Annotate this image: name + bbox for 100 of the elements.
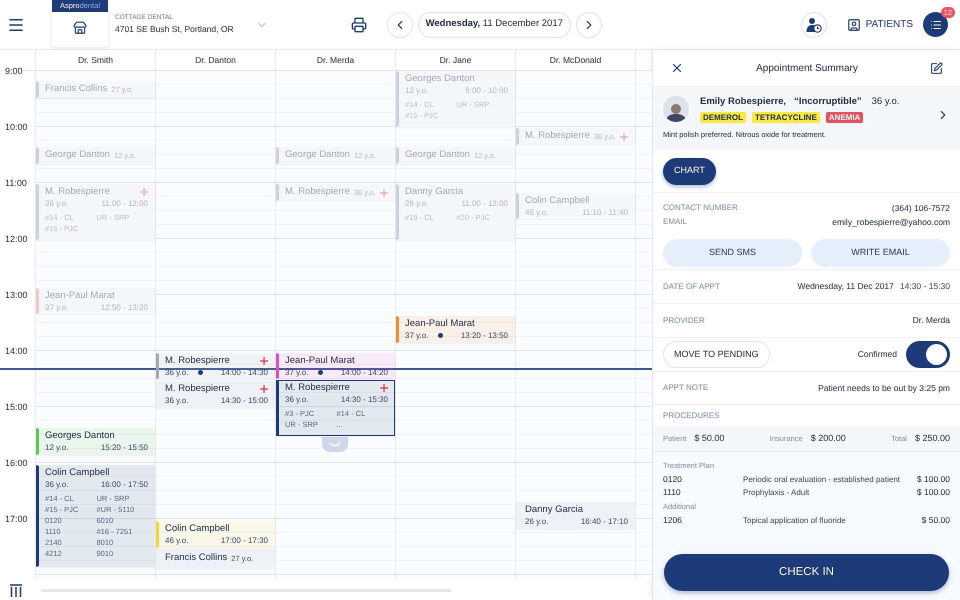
patient-name: Georges Danton [405, 73, 475, 85]
patient-age: 36 y.o. [285, 394, 308, 405]
procedure-description: Periodic oral evaluation - established patient [743, 474, 901, 486]
appointment-time: 14:00 - 14:20 [340, 367, 388, 378]
time-label: 16:00 [5, 457, 28, 469]
user-card-icon [846, 18, 861, 32]
total-amount: $ 250.00 [914, 432, 950, 445]
patient-name: Danny Garcia [405, 186, 464, 198]
patient-age: 37 y.o. [45, 302, 68, 313]
appointment-card[interactable]: M. Robespierre 36 y.o. 14:30 - 15:00 [156, 381, 275, 408]
patient-age: 36 y.o. [872, 95, 900, 109]
date-picker[interactable]: Wednesday, 11 December 2017 [418, 12, 571, 38]
close-icon[interactable] [670, 61, 684, 75]
user-clock-icon [806, 16, 822, 32]
appointment-card[interactable]: Georges Danton 12 y.o. 15:20 - 15:50 [36, 428, 155, 455]
patient-age: 36 y.o. [165, 395, 188, 406]
appointment-time: 11:00 - 12:00 [101, 198, 148, 209]
appointment-time: 11:00 - 12:00 [461, 198, 508, 209]
appointment-time: 14:00 - 14:30 [220, 367, 268, 378]
panel-title: Appointment Summary [755, 62, 859, 76]
appointment-time: 14:30 - 15:30 [900, 280, 950, 293]
field-label: PROVIDER [663, 314, 705, 326]
patient-age: 46 y.o. [165, 535, 188, 546]
patient-name: Colin Campbell [45, 467, 110, 479]
patient-name: Jean-Paul Marat [285, 355, 355, 367]
field-label: PROCEDURES [663, 410, 720, 422]
field-label: CONTACT NUMBER [663, 202, 738, 214]
patient-name: Jean-Paul Marat [405, 318, 475, 330]
patient-name: Colin Campbell [165, 523, 230, 535]
procedure-code: 0120 [663, 473, 683, 486]
previous-day-button[interactable] [386, 12, 413, 38]
building-icon [73, 21, 87, 35]
patient-name: Francis Collins [165, 551, 228, 566]
patient-name: Francis Collins [45, 82, 108, 96]
patient-age: 36 y.o. [45, 479, 68, 490]
patient-name: George Danton [45, 148, 110, 162]
contact-value: (364) 106-7572 [892, 202, 950, 214]
patient-age: 12 y.o. [405, 85, 428, 96]
contact-action-button[interactable]: WRITE EMAIL [811, 239, 950, 267]
appointment-time: 16:40 - 17:10 [580, 516, 628, 527]
procedure-description: Topical application of fluoride [743, 514, 847, 526]
time-label: 11:00 [5, 177, 27, 189]
patient-name: Colin Campbell [525, 195, 590, 207]
patient-name: Emily Robespierre, [700, 95, 786, 109]
patients-button[interactable]: PATIENTS [846, 17, 913, 32]
patient-name: M. Robespierre [525, 129, 590, 144]
clinic-address: 4701 SE Bush St, Portland, OR [115, 23, 234, 36]
patient-name: M. Robespierre [165, 355, 230, 367]
patient-name: George Danton [405, 148, 470, 162]
print-icon[interactable] [350, 16, 367, 32]
appointment-time: 11:10 - 11:40 [582, 207, 628, 218]
appointment-time: 12:50 - 13:20 [100, 302, 148, 313]
contact-action-button[interactable]: SEND SMS [663, 239, 802, 267]
chart-button[interactable]: CHART [663, 158, 716, 184]
patient-age: 36 y.o. [45, 198, 68, 209]
time-label: 17:00 [5, 513, 28, 525]
confirmed-toggle[interactable] [906, 341, 950, 368]
appointment-time: 17:00 - 17:30 [220, 535, 268, 546]
procedure-amount: $ 100.00 [916, 486, 950, 499]
next-day-button[interactable] [576, 12, 602, 38]
move-to-pending-button[interactable]: MOVE TO PENDING [663, 341, 770, 368]
patient-name: Danny Garcia [525, 504, 584, 516]
appointment-note: Patient needs to be out by 3:25 pm [818, 382, 950, 394]
procedure-code: 1206 [663, 514, 683, 527]
patient-name: M. Robespierre [45, 186, 110, 198]
total-amount: $ 200.00 [810, 432, 846, 445]
patient-name: M. Robespierre [165, 383, 230, 395]
appointment-card[interactable]: Danny Garcia 26 y.o. 16:40 - 17:10 [516, 502, 635, 529]
edit-icon[interactable] [930, 62, 943, 74]
allergy-tag: DEMEROL [700, 112, 746, 124]
appointment-time: 16:00 - 17:50 [100, 479, 148, 490]
patient-name: Georges Danton [45, 430, 115, 442]
time-label: 13:00 [5, 289, 28, 301]
appointment-time: 15:20 - 15:50 [100, 442, 148, 453]
patient-age: 26 y.o. [405, 198, 428, 209]
check-in-button[interactable]: CHECK IN [664, 554, 949, 591]
allergy-tag: ANEMIA [826, 112, 864, 124]
procedure-amount: $ 100.00 [916, 473, 950, 486]
time-label: 14:00 [5, 345, 28, 357]
allergy-tag: TETRACYCLINE [752, 112, 820, 124]
appointment-time: 13:20 - 13:50 [460, 330, 508, 341]
appointment-card[interactable]: Jean-Paul Marat 37 y.o. 13:20 - 13:50 [396, 316, 515, 343]
appointment-time: 9:00 - 10:00 [465, 85, 508, 96]
time-label: 12:00 [5, 233, 28, 245]
patient-name: M. Robespierre [285, 185, 350, 200]
total-amount: $ 50.00 [694, 432, 724, 445]
field-label: DATE OF APPT [663, 280, 720, 292]
patient-nickname: “Incorruptible” [794, 95, 862, 109]
procedure-description: Prophylaxis - Adult [743, 486, 810, 498]
user-clock-button[interactable] [800, 12, 827, 38]
patient-name: Jean-Paul Marat [45, 290, 115, 302]
patient-age: 36 y.o. [165, 367, 188, 378]
time-label: 15:00 [5, 401, 28, 413]
procedure-code: 1110 [663, 486, 682, 499]
columns-icon[interactable] [10, 584, 22, 596]
contact-value: emily_robespierre@yahoo.com [832, 216, 950, 228]
field-label: APPT NOTE [663, 382, 708, 394]
patient-age: 12 y.o. [45, 442, 68, 453]
provider-name: Dr. Merda [912, 314, 950, 327]
drag-handle[interactable] [322, 437, 348, 452]
